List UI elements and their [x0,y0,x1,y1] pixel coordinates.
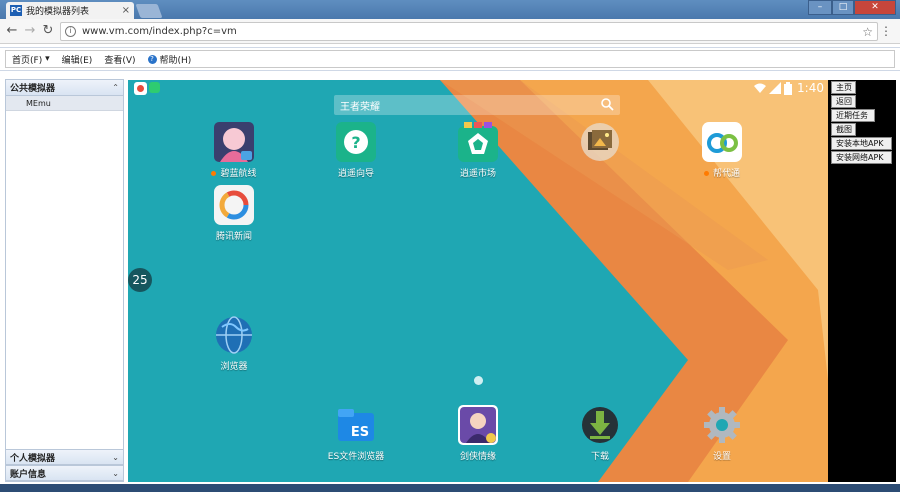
app-eo[interactable]: 帮代通 [682,122,762,179]
close-tab-icon[interactable]: × [122,5,130,16]
home-button[interactable]: 主页 [831,81,856,94]
svg-text:ES: ES [351,425,369,440]
battery-icon [784,81,793,95]
forward-arrow-icon[interactable]: → [22,23,38,39]
tab-title: 我的模拟器列表 [26,7,90,17]
es-file-explorer-icon: ES [336,405,376,445]
market-icon [458,122,498,162]
emulator-control-panel: 主页 返回 近期任务 截图 安装本地APK 安装网络APK [828,80,896,482]
dock-download[interactable]: 下载 [560,405,640,462]
emulator-screen[interactable]: 1:40 王者荣耀 碧蓝航线 ? 逍遥向导 逍遥市场 帮代通 腾讯新闻 浏览器 … [128,80,828,482]
address-bar: ← → ↻ i www.vm.com/index.php?c=vm ☆ ⋮ [0,19,900,44]
browser-tab[interactable]: PC 我的模拟器列表 × [6,2,134,19]
sidebar-item-memu[interactable]: MEmu [6,96,123,111]
maximize-icon[interactable]: □ [832,0,854,15]
install-local-apk-button[interactable]: 安装本地APK [831,137,892,150]
app-azur-lane[interactable]: 碧蓝航线 [194,122,274,179]
back-arrow-icon[interactable]: ← [4,23,20,39]
floating-counter-badge[interactable]: 25 [128,268,152,292]
browser-titlebar: PC 我的模拟器列表 × – □ ✕ [0,0,900,19]
download-icon [580,405,620,445]
os-taskbar [0,484,900,492]
app-gallery[interactable] [560,122,640,166]
help-icon: ? [147,54,157,64]
help-guide-icon: ? [336,122,376,162]
svg-text:?: ? [351,133,360,152]
account-info-header[interactable]: 账户信息 ⌄ [6,465,123,481]
tab-favicon: PC [10,5,22,16]
install-network-apk-button[interactable]: 安装网络APK [831,151,892,164]
app-market[interactable]: 逍遥市场 [438,122,518,179]
status-clock: 1:40 [797,81,824,95]
public-emulators-header[interactable]: 公共模拟器 ⌃ [6,80,123,96]
screenshot-button[interactable]: 截图 [831,123,856,136]
dock-jianxia[interactable]: 剑侠情缘 [438,405,518,462]
home-search-bar[interactable]: 王者荣耀 [334,95,620,115]
app-browser[interactable]: 浏览器 [194,315,274,372]
app-tencent-news[interactable]: 腾讯新闻 [194,185,274,242]
notification-app-icon [149,82,160,93]
app-guide[interactable]: ? 逍遥向导 [316,122,396,179]
close-window-icon[interactable]: ✕ [854,0,896,15]
tencent-news-icon [214,185,254,225]
wifi-icon [754,83,767,93]
expand-down-icon[interactable]: ⌄ [112,469,119,478]
new-tab-button[interactable] [135,4,163,18]
notification-app-icon [134,82,147,95]
dock-settings[interactable]: 设置 [682,405,762,462]
menu-view[interactable]: 查看(V) [104,53,135,66]
bookmark-star-icon[interactable]: ☆ [862,25,873,39]
settings-gear-icon [702,405,742,445]
minimize-icon[interactable]: – [808,0,832,15]
menu-edit[interactable]: 编辑(E) [62,53,93,66]
browser-menu-icon[interactable]: ⋮ [880,24,892,38]
window-controls: – □ ✕ [808,0,896,15]
dock-es-file-explorer[interactable]: ES ES文件浏览器 [316,405,396,462]
expand-down-icon[interactable]: ⌄ [112,453,119,462]
page-indicator [474,376,483,385]
reload-icon[interactable]: ↻ [40,23,56,39]
url-field[interactable]: i www.vm.com/index.php?c=vm ☆ [60,22,878,41]
url-text[interactable]: www.vm.com/index.php?c=vm [82,26,862,37]
globe-browser-icon [214,315,254,355]
gallery-icon [580,122,620,162]
sidebar: 公共模拟器 ⌃ MEmu 个人模拟器 ⌄ 账户信息 ⌄ [5,79,124,482]
personal-emulators-header[interactable]: 个人模拟器 ⌄ [6,449,123,465]
game-character-icon [458,405,498,445]
search-hint: 王者荣耀 [340,102,380,113]
menu-help[interactable]: ? 帮助(H) [147,53,191,66]
recent-tasks-button[interactable]: 近期任务 [831,109,875,122]
site-info-icon[interactable]: i [65,26,76,37]
search-icon[interactable] [600,97,614,111]
menu-home[interactable]: 首页(F) ▾ [12,53,50,66]
collapse-up-icon[interactable]: ⌃ [112,83,119,92]
anime-game-icon [214,122,254,162]
back-button[interactable]: 返回 [831,95,856,108]
app-menubar: 首页(F) ▾ 编辑(E) 查看(V) ? 帮助(H) [0,47,900,71]
eo-app-icon [702,122,742,162]
signal-icon [769,82,782,94]
